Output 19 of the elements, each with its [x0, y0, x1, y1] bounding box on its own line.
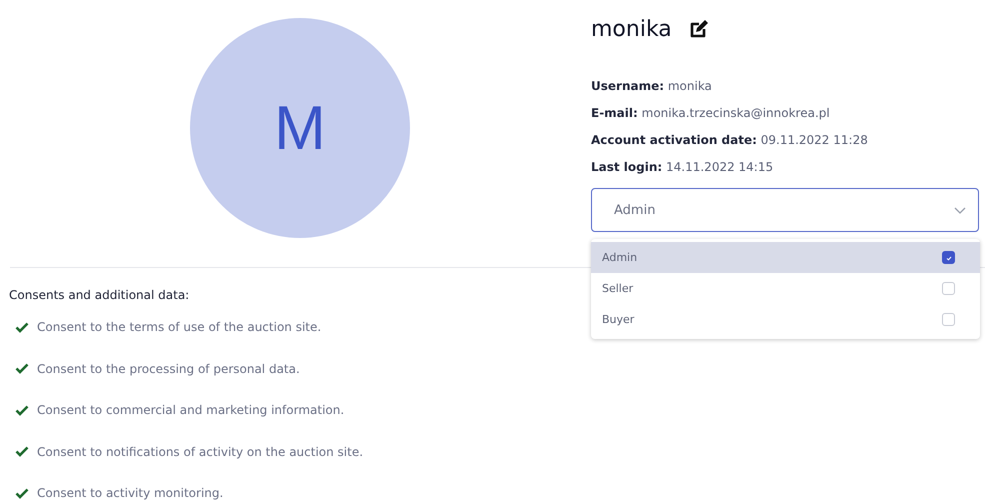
edit-icon[interactable] [688, 18, 710, 40]
menu-option[interactable]: Admin [591, 242, 980, 273]
avatar: M [190, 18, 410, 238]
chevron-down-icon [954, 206, 966, 214]
checkbox[interactable] [942, 251, 955, 264]
user-name: monika [591, 16, 672, 42]
consent-text: Consent to notifications of activity on the auction site. [37, 444, 364, 458]
section-heading: Consents and additional data: [9, 288, 190, 302]
consent-text: Consent to the processing of personal data. [37, 362, 300, 376]
consent-text: Consent to the terms of use of the auction site. [37, 320, 322, 334]
detail-line: Account activation date: 09.11.2022 11:28 [591, 133, 869, 149]
menu-option[interactable]: Buyer [591, 304, 980, 335]
detail-line: Username: monika [591, 79, 713, 95]
role-select[interactable]: Admin [591, 188, 979, 232]
detail-line: E-mail: monika.trzecinska@innokrea.pl [591, 106, 831, 122]
consent-text: Consent to commercial and marketing information. [37, 403, 344, 417]
menu-option[interactable]: Seller [591, 273, 980, 304]
detail-line: Last login: 14.11.2022 14:15 [591, 160, 774, 176]
consent-text: Consent to activity monitoring. [37, 486, 224, 500]
